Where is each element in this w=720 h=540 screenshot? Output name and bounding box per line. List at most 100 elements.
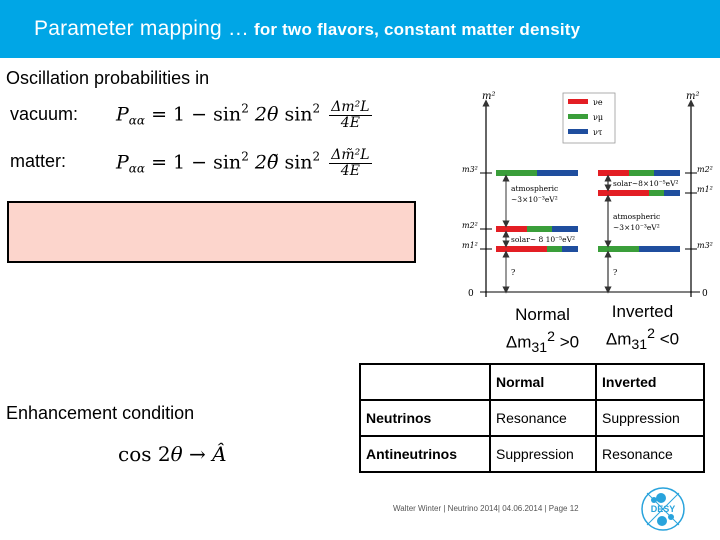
normal-caption: Normal Δm312 >0: [500, 304, 585, 359]
formula-rhs: = 1 − sin: [151, 103, 242, 126]
normal-m2-nue: [496, 226, 527, 232]
enhancement-label: Enhancement condition: [6, 403, 195, 423]
zero-label-left: 0: [468, 289, 474, 299]
formula-angle: 2θ̃: [254, 151, 279, 174]
formula-fraction: Δm̃²L 4E: [329, 148, 372, 179]
zero-label-right: 0: [702, 289, 708, 299]
inverted-axis-label: m²: [686, 91, 700, 102]
normal-unknown-label: ?: [511, 268, 515, 277]
normal-m2-nutau: [552, 226, 578, 232]
vacuum-formula: Pαα = 1 − sin2 2θ sin2 Δm²L 4E: [116, 100, 372, 131]
legend-swatch-nutau: [568, 129, 588, 134]
formula-angle: 2θ: [254, 103, 279, 126]
desy-logo-text: DESY: [651, 504, 676, 514]
table-row: Antineutrinos Suppression Resonance: [359, 435, 705, 473]
legend-swatch-numu: [568, 114, 588, 119]
formula-lhs-sub: αα: [128, 161, 146, 176]
inverted-m2-nutau: [654, 170, 680, 176]
resonance-table: Normal Inverted Neutrinos Resonance Supp…: [359, 363, 705, 473]
delta-m: Δm: [605, 329, 632, 349]
formula-theta: θ: [170, 442, 183, 466]
normal-axis-label: m²: [482, 91, 496, 102]
formula-a-hat: Â: [212, 442, 227, 466]
formula-fraction: Δm²L 4E: [329, 99, 372, 131]
inverted-caption-title: Inverted: [611, 302, 674, 321]
condition: <0: [655, 329, 680, 349]
normal-level-m1: m1²: [462, 241, 478, 250]
normal-atm-label: atmospheric: [511, 184, 558, 193]
inverted-level-m1: m1²: [697, 185, 713, 194]
condition: >0: [555, 332, 580, 352]
formula-sup: 2: [241, 149, 249, 164]
formula-lhs-sub: αα: [128, 113, 146, 128]
inverted-m2-numu: [629, 170, 654, 176]
slide-title-main: Parameter mapping …: [34, 17, 250, 40]
formula-rhs: = 1 − sin: [151, 151, 242, 174]
superscript: 2: [547, 329, 556, 345]
normal-m1-nutau: [562, 246, 578, 252]
table-header-row: Normal Inverted: [359, 363, 705, 401]
title-bar: Parameter mapping … for two flavors, con…: [0, 0, 720, 58]
table-header-cell: [359, 363, 491, 401]
inverted-caption-condition: Δm312 <0: [600, 323, 685, 356]
normal-m3-numu: [496, 170, 537, 176]
subscript: 31: [531, 340, 548, 357]
legend-swatch-nue: [568, 99, 588, 104]
table-cell: Suppression: [489, 435, 597, 473]
normal-m1-numu: [547, 246, 562, 252]
normal-caption-condition: Δm312 >0: [500, 326, 585, 359]
inverted-m1-numu: [649, 190, 664, 196]
vacuum-label: vacuum:: [10, 104, 79, 124]
legend-label-nue: νe: [593, 98, 603, 107]
normal-m2-numu: [527, 226, 552, 232]
inverted-m3-numu: [598, 246, 639, 252]
subscript: 31: [631, 337, 648, 354]
inverted-solar-label: solar~8×10⁻⁵eV²: [613, 179, 679, 188]
formula-sin: sin: [284, 103, 313, 126]
table-header-cell: Normal: [489, 363, 597, 401]
inverted-unknown-label: ?: [613, 268, 617, 277]
footer-text: Walter Winter | Neutrino 2014| 04.06.201…: [393, 504, 579, 513]
formula-lhs: P: [116, 151, 129, 174]
slide-title-sub: for two flavors, constant matter density: [249, 20, 581, 39]
inverted-atm-label: atmospheric: [613, 212, 660, 221]
matter-formula: Pαα = 1 − sin2 2θ̃ sin2 Δm̃²L 4E: [116, 148, 372, 179]
slide-title: Parameter mapping … for two flavors, con…: [34, 17, 580, 41]
table-cell: Suppression: [595, 399, 705, 437]
formula-cos: cos 2: [118, 442, 171, 466]
normal-level-m3: m3²: [462, 165, 478, 174]
table-row-label: Neutrinos: [359, 399, 491, 437]
table-row-label: Antineutrinos: [359, 435, 491, 473]
legend-label-numu: νμ: [593, 113, 603, 122]
inverted-level-m2: m2²: [697, 165, 713, 174]
normal-m1-nue: [496, 246, 547, 252]
fraction-denominator: 4E: [340, 115, 360, 131]
superscript: 2: [647, 326, 656, 342]
normal-m3-nutau: [537, 170, 578, 176]
matter-label: matter:: [10, 151, 67, 171]
table-cell: Resonance: [595, 435, 705, 473]
inverted-m3-nutau: [639, 246, 680, 252]
formula-lhs: P: [116, 103, 129, 126]
inverted-m1-nutau: [664, 190, 680, 196]
formula-sup: 2: [241, 101, 249, 116]
table-header-cell: Inverted: [595, 363, 705, 401]
highlight-box: [7, 201, 416, 263]
oscillation-heading: Oscillation probabilities in: [6, 68, 210, 88]
normal-solar-label: solar~ 8 10⁻⁵eV²: [511, 235, 575, 244]
table-row: Neutrinos Resonance Suppression: [359, 399, 705, 437]
formula-sup: 2: [312, 149, 321, 164]
fraction-numerator: Δm²L: [329, 99, 372, 116]
inverted-m1-nue: [598, 190, 649, 196]
fraction-denominator: 4E: [340, 163, 360, 179]
normal-caption-title: Normal: [515, 305, 570, 324]
mass-hierarchy-diagram: m² m² 0 0 νe νμ ντ m3² m2² m1² atmospher…: [462, 91, 713, 299]
enhancement-formula: cos 2θ → Â: [118, 442, 227, 466]
table-cell: Resonance: [489, 399, 597, 437]
formula-arrow: →: [182, 442, 213, 466]
inverted-caption: Inverted Δm312 <0: [600, 301, 685, 356]
formula-sin: sin: [284, 151, 313, 174]
inverted-level-m3: m3²: [697, 241, 713, 250]
normal-atm-value: ~3×10⁻³eV²: [511, 195, 558, 204]
legend-label-nutau: ντ: [593, 128, 603, 137]
